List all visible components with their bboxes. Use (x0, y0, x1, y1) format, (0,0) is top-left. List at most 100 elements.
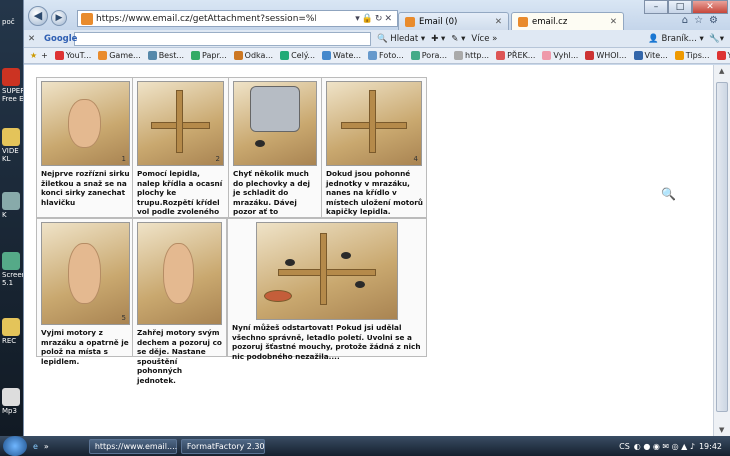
comic-panel-5: 5 Vyjmi motory z mrazáku a opatrně je pol… (36, 218, 135, 366)
comic-caption: Nyní můžeš odstartovat! Pokud jsi udělal… (232, 323, 421, 361)
ie-quicklaunch-icon[interactable]: e (33, 442, 38, 451)
bookmark-item[interactable]: Pora... (410, 51, 447, 60)
close-toolbar-icon[interactable]: ✕ (28, 34, 35, 44)
window-controls: – □ ✕ (644, 0, 728, 14)
app-icon (2, 68, 20, 86)
google-toolbar: ✕ Google 🔍 Hledat ▾ ✚ ▾ ✎ ▾ Více » 👤 Bra… (24, 30, 730, 48)
url-input[interactable] (96, 13, 316, 24)
address-bar[interactable]: ▾🔒↻✕ (77, 10, 398, 27)
bookmark-item[interactable]: Tips... (674, 51, 710, 60)
tab-close-icon[interactable]: ✕ (489, 17, 502, 27)
bookmark-item[interactable]: Odka... (233, 51, 273, 60)
title-bar: ◀ ▶ ▾🔒↻✕ Email (0) ✕ email.cz ✕ – □ ✕ ⌂☆… (24, 0, 730, 30)
email-favicon-icon (405, 16, 415, 27)
app-icon (2, 252, 20, 270)
browser-right-icons[interactable]: ⌂☆⚙ (682, 15, 724, 26)
clock[interactable]: 19:42 (699, 442, 722, 451)
maximize-button[interactable]: □ (668, 0, 692, 14)
vertical-scrollbar[interactable]: ▲ ▼ (713, 65, 730, 436)
bookmark-favicon-icon (410, 51, 420, 60)
page-content: 1 Nejprve rozřízni sirku žiletkou a snaž … (24, 65, 714, 436)
taskbar-item-browser[interactable]: https://www.email.... (88, 438, 177, 454)
forward-button[interactable]: ▶ (51, 10, 67, 26)
bookmark-item[interactable]: Wate... (322, 51, 361, 60)
comic-caption: Zahřej motory svým dechem a pozoruj co s… (137, 328, 222, 385)
google-logo: Google (44, 33, 78, 44)
comic-panel-7: Nyní můžeš odstartovat! Pokud jsi udělal… (227, 218, 427, 361)
folder-icon (2, 128, 20, 146)
user-menu[interactable]: 👤 Braník... ▾ 🔧▾ (648, 34, 724, 44)
close-button[interactable]: ✕ (692, 0, 728, 14)
add-favorite-icon[interactable]: + (41, 51, 48, 60)
bookmark-favicon-icon (368, 51, 378, 60)
tab-email-cz[interactable]: email.cz ✕ (511, 12, 624, 30)
toolbar-bookmark-icon[interactable]: ✎ ▾ (451, 34, 465, 44)
comic-panel-3: Chyť několik much do plechovky a dej je … (228, 77, 322, 245)
start-button[interactable] (3, 436, 27, 456)
site-favicon-icon (81, 12, 93, 25)
toolbar-share-icon[interactable]: ✚ ▾ (431, 34, 445, 44)
bookmark-item[interactable]: YouT... (54, 51, 91, 60)
comic-caption: Dokud jsou pohonné jednotky v mrazáku, n… (326, 169, 423, 216)
search-button[interactable]: 🔍 Hledat ▾ (377, 34, 425, 44)
bookmark-favicon-icon (191, 51, 201, 60)
bookmark-favicon-icon (454, 51, 464, 60)
address-bar-icons[interactable]: ▾🔒↻✕ (355, 14, 397, 24)
back-button[interactable]: ◀ (28, 6, 48, 26)
bookmarks-bar: ★ + YouT... Game... Best... Papr... Odka... C… (24, 48, 730, 64)
tray-icons[interactable]: ◐ ● ◉ ✉ ◎ ▲ ♪ (634, 442, 695, 451)
bookmark-item[interactable]: Celý... (280, 51, 315, 60)
bookmark-favicon-icon (233, 51, 243, 60)
comic-illustration: 1 (41, 81, 130, 166)
system-tray: CS ◐ ● ◉ ✉ ◎ ▲ ♪ 19:42 (619, 442, 722, 451)
comic-panel-1: 1 Nejprve rozřízni sirku žiletkou a snaž … (36, 77, 135, 218)
google-search-input[interactable] (74, 31, 371, 46)
browser-window: ◀ ▶ ▾🔒↻✕ Email (0) ✕ email.cz ✕ – □ ✕ ⌂☆… (23, 0, 730, 436)
favorites-star-icon[interactable]: ★ (30, 51, 37, 60)
mouse-cursor-icon: 🔍 (661, 187, 676, 201)
email-favicon-icon (518, 16, 528, 27)
bookmark-item[interactable]: Game... (98, 51, 141, 60)
bookmark-favicon-icon (280, 51, 290, 60)
comic-panel-6: Zahřej motory svým dechem a pozoruj co s… (132, 218, 227, 385)
comic-panel-2: 2 Pomocí lepidla, nalep křídla a ocasní p… (132, 77, 229, 235)
bookmark-item[interactable]: Papr... (191, 51, 227, 60)
taskbar: e » https://www.email.... FormatFactory … (0, 436, 730, 456)
bookmark-favicon-icon (674, 51, 684, 60)
scroll-down-icon[interactable]: ▼ (719, 426, 724, 434)
language-indicator[interactable]: CS (619, 442, 630, 451)
more-button[interactable]: Více » (471, 34, 497, 44)
comic-illustration: 2 (137, 81, 224, 166)
bookmark-item[interactable]: YouT... (716, 51, 730, 60)
bookmark-favicon-icon (633, 51, 643, 60)
bookmark-item[interactable]: http... (454, 51, 489, 60)
tab-close-icon[interactable]: ✕ (604, 17, 617, 27)
scrollbar-thumb[interactable] (716, 82, 728, 412)
comic-caption: Vyjmi motory z mrazáku a opatrně je polo… (41, 328, 129, 366)
comic-illustration: 5 (41, 222, 130, 325)
bookmark-item[interactable]: Foto... (368, 51, 404, 60)
bookmark-item[interactable]: WHOI... (585, 51, 627, 60)
folder-icon (2, 318, 20, 336)
bookmark-favicon-icon (585, 51, 595, 60)
back-arrow-icon: ◀ (33, 9, 43, 22)
taskbar-item-formatfactory[interactable]: FormatFactory 2.30 (180, 438, 265, 454)
bookmark-favicon-icon (147, 51, 157, 60)
bookmark-item[interactable]: Vyhl... (542, 51, 578, 60)
file-icon (2, 388, 20, 406)
tab-email-inbox[interactable]: Email (0) ✕ (398, 12, 509, 30)
bookmark-item[interactable]: Best... (147, 51, 184, 60)
comic-caption: Nejprve rozřízni sirku žiletkou a snaž s… (41, 169, 130, 207)
comic-illustration (256, 222, 398, 320)
bookmark-favicon-icon (542, 51, 552, 60)
scroll-up-icon[interactable]: ▲ (719, 67, 724, 75)
bookmark-favicon-icon (716, 51, 726, 60)
bookmark-favicon-icon (98, 51, 108, 60)
quicklaunch-more-icon[interactable]: » (44, 442, 49, 451)
bookmark-list: YouT... Game... Best... Papr... Odka... Celý.… (48, 51, 730, 60)
comic-panel-4: 4 Dokud jsou pohonné jednotky v mrazáku, … (321, 77, 427, 218)
bookmark-item[interactable]: PŘEK... (496, 51, 535, 60)
bookmark-favicon-icon (54, 51, 64, 60)
bookmark-item[interactable]: Vite... (633, 51, 668, 60)
minimize-button[interactable]: – (644, 0, 668, 14)
